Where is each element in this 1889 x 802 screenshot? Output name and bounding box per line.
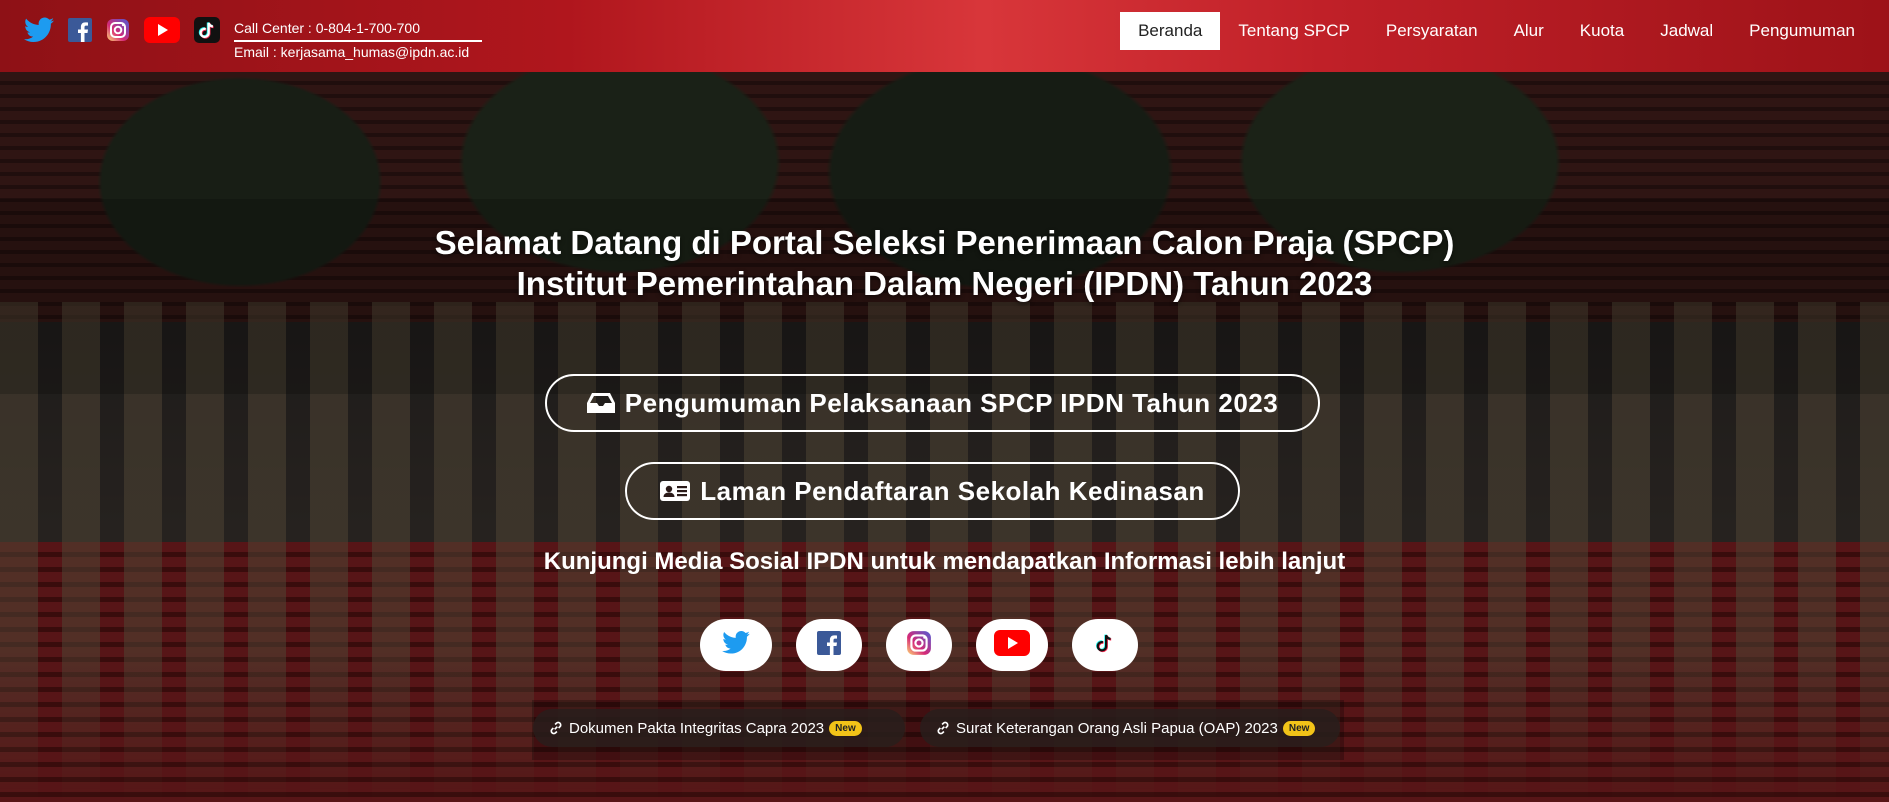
document-link-pakta-integritas[interactable]: Dokumen Pakta Integritas Capra 2023 New [533,709,905,747]
new-badge: New [1282,720,1316,736]
contact-info: Call Center : 0-804-1-700-700 Email : ke… [234,18,482,63]
title-line-1: Selamat Datang di Portal Seleksi Penerim… [434,224,1455,261]
youtube-icon [994,629,1030,661]
tiktok-icon [1093,630,1117,661]
hero-social-buttons [700,619,1138,671]
link-icon [549,721,563,735]
hero-background [0,72,1889,802]
link-icon [936,721,950,735]
document-link-label: Surat Keterangan Orang Asli Papua (OAP) … [956,719,1278,737]
registration-button-label: Laman Pendaftaran Sekolah Kedinasan [700,475,1205,506]
nav-tentang-spcp[interactable]: Tentang SPCP [1220,12,1368,50]
title-line-2: Institut Pemerintahan Dalam Negeri (IPDN… [516,265,1373,302]
announcement-button[interactable]: Pengumuman Pelaksanaan SPCP IPDN Tahun 2… [545,374,1320,432]
nav-persyaratan[interactable]: Persyaratan [1368,12,1496,50]
main-nav: Beranda Tentang SPCP Persyaratan Alur Ku… [1120,12,1873,50]
nav-alur[interactable]: Alur [1496,12,1562,50]
youtube-button[interactable] [976,619,1048,671]
nav-jadwal[interactable]: Jadwal [1642,12,1731,50]
email-text: Email : kerjasama_humas@ipdn.ac.id [234,44,470,60]
instagram-icon [906,630,932,661]
tiktok-button[interactable] [1072,619,1138,671]
twitter-icon[interactable] [24,17,54,43]
document-link-label: Dokumen Pakta Integritas Capra 2023 [569,719,825,737]
tiktok-icon[interactable] [194,17,220,43]
social-media-prompt: Kunjungi Media Sosial IPDN untuk mendapa… [543,548,1346,575]
call-center-text: Call Center : 0-804-1-700-700 [234,18,482,42]
youtube-icon[interactable] [144,17,180,43]
facebook-icon[interactable] [68,18,92,42]
announcement-button-label: Pengumuman Pelaksanaan SPCP IPDN Tahun 2… [624,387,1279,418]
nav-beranda[interactable]: Beranda [1120,12,1221,50]
instagram-button[interactable] [886,619,952,671]
new-badge: New [829,720,862,736]
document-link-surat-oap[interactable]: Surat Keterangan Orang Asli Papua (OAP) … [920,709,1340,747]
header-social-links [24,15,234,45]
id-card-icon [660,479,691,503]
registration-button[interactable]: Laman Pendaftaran Sekolah Kedinasan [625,462,1240,520]
background-overlay [0,72,1889,802]
facebook-icon [817,630,841,660]
twitter-icon [722,631,750,659]
inbox-icon [586,391,615,415]
page-title: Selamat Datang di Portal Seleksi Penerim… [0,222,1889,304]
nav-pengumuman[interactable]: Pengumuman [1731,12,1873,50]
facebook-button[interactable] [796,619,862,671]
top-header: Call Center : 0-804-1-700-700 Email : ke… [0,0,1889,72]
twitter-button[interactable] [700,619,772,671]
nav-kuota[interactable]: Kuota [1562,12,1642,50]
instagram-icon[interactable] [106,18,130,42]
